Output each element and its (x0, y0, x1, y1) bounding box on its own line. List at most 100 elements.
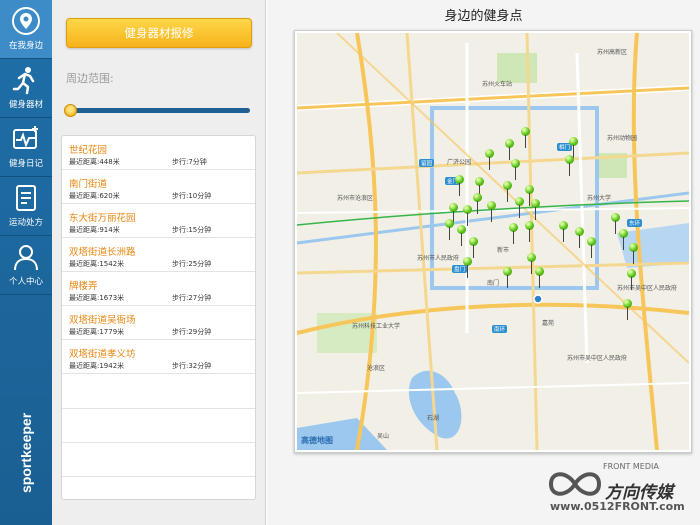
map-label: 广济公园 (447, 159, 472, 166)
map-label: 苏州动物园 (607, 135, 638, 142)
fitness-point-marker[interactable] (619, 229, 628, 251)
fitness-point-marker[interactable] (485, 149, 494, 171)
fitness-point-marker[interactable] (463, 257, 472, 279)
map-label: 苏州市吴中区人民政府 (617, 285, 678, 292)
marker-stem (563, 229, 564, 242)
place-walk-time: 步行:29分钟 (172, 328, 212, 336)
equipment-repair-button[interactable]: 健身器材报修 (66, 18, 252, 48)
map-badge: 南环 (492, 325, 508, 333)
marker-stem (529, 229, 530, 242)
fitness-point-marker[interactable] (457, 225, 466, 247)
fitness-point-marker[interactable] (455, 175, 464, 197)
svg-text:sportkeeper: sportkeeper (18, 412, 34, 493)
fitness-point-marker[interactable] (509, 223, 518, 245)
nav-item-diary[interactable]: 健身日记 (0, 118, 52, 176)
diary-pulse-icon (13, 126, 38, 149)
nav-item-nearby[interactable]: 在我身边 (0, 0, 52, 58)
fitness-point-marker[interactable] (531, 199, 540, 221)
marker-stem (623, 237, 624, 250)
fitness-point-marker[interactable] (627, 269, 636, 291)
map-provider-credit: 高德地图 (301, 436, 333, 445)
fitness-point-marker[interactable] (515, 197, 524, 219)
fitness-point-marker[interactable] (525, 221, 534, 243)
marker-stem (519, 205, 520, 218)
nav-item-equipment[interactable]: 健身器材 (0, 59, 52, 117)
marker-stem (531, 261, 532, 274)
list-item[interactable]: 双塔街道吴衙场 最近距离:1779米 步行:29分钟 (62, 306, 255, 340)
nav-item-prescription[interactable]: 运动处方 (0, 177, 52, 235)
fitness-point-marker[interactable] (535, 267, 544, 289)
place-distance: 最近距离:914米 (69, 226, 120, 234)
fitness-point-marker[interactable] (487, 201, 496, 223)
fitness-point-marker[interactable] (473, 193, 482, 215)
marker-stem (491, 209, 492, 222)
app-window: 在我身边 健身器材 健身日记 运动处方 个人中心 sportkeeper 健身器… (0, 0, 700, 525)
place-walk-time: 步行:27分钟 (172, 294, 212, 302)
marker-stem (467, 213, 468, 226)
nav-rail: 在我身边 健身器材 健身日记 运动处方 个人中心 sportkeeper (0, 0, 52, 525)
places-list: 世纪花园 最近距离:448米 步行:7分钟 南门街道 最近距离:620米 步行:… (61, 135, 256, 500)
fitness-point-marker[interactable] (565, 155, 574, 177)
marker-stem (529, 193, 530, 206)
fitness-point-marker[interactable] (505, 139, 514, 161)
range-slider-thumb[interactable] (64, 104, 77, 117)
fitness-point-marker[interactable] (511, 159, 520, 181)
main-area: 身边的健身点 苏州火车站 苏州高新区 苏州动物园 苏州大学 苏州市吴中区人民政府… (267, 0, 700, 525)
list-item[interactable]: 东大街万丽花园 最近距离:914米 步行:15分钟 (62, 204, 255, 238)
list-item[interactable]: 双塔街道长洲路 最近距离:1542米 步行:25分钟 (62, 238, 255, 272)
empty-row-divider (62, 442, 255, 443)
fitness-point-marker[interactable] (587, 237, 596, 259)
nav-label-profile: 个人中心 (8, 277, 43, 287)
marker-stem (467, 265, 468, 278)
range-slider-track[interactable] (68, 108, 250, 113)
place-name: 世纪花园 (69, 145, 108, 156)
place-name: 牌楼弄 (69, 281, 98, 292)
nav-label-equipment: 健身器材 (8, 100, 43, 110)
fitness-point-marker[interactable] (469, 237, 478, 259)
fitness-point-marker[interactable] (521, 127, 530, 149)
fitness-point-marker[interactable] (445, 219, 454, 241)
list-item[interactable]: 牌楼弄 最近距离:1673米 步行:27分钟 (62, 272, 255, 306)
place-walk-time: 步行:15分钟 (172, 226, 212, 234)
place-distance: 最近距离:1542米 (69, 260, 125, 268)
place-walk-time: 步行:25分钟 (172, 260, 212, 268)
marker-stem (461, 233, 462, 246)
marker-stem (615, 221, 616, 234)
map-label: 苏州火车站 (482, 81, 513, 88)
marker-stem (477, 201, 478, 214)
marker-stem (569, 163, 570, 176)
marker-stem (473, 245, 474, 258)
nav-item-profile[interactable]: 个人中心 (0, 236, 52, 294)
map-badge: 留园 (419, 159, 435, 167)
marker-stem (633, 251, 634, 264)
fitness-point-marker[interactable] (575, 227, 584, 249)
place-walk-time: 步行:32分钟 (172, 362, 212, 370)
fitness-point-marker[interactable] (503, 267, 512, 289)
page-title: 身边的健身点 (444, 9, 523, 24)
list-item[interactable]: 南门街道 最近距离:620米 步行:10分钟 (62, 170, 255, 204)
prescription-icon (16, 185, 36, 211)
current-location-icon (533, 294, 543, 304)
empty-row-divider (62, 408, 255, 409)
place-distance: 最近距离:1779米 (69, 328, 125, 336)
marker-stem (507, 275, 508, 288)
place-distance: 最近距离:448米 (69, 158, 120, 166)
fitness-point-marker[interactable] (463, 205, 472, 227)
fitness-point-marker[interactable] (623, 299, 632, 321)
fitness-point-marker[interactable] (503, 181, 512, 203)
marker-stem (507, 189, 508, 202)
map-label: 新市 (497, 247, 510, 254)
map-label: 苏州市吴中区人民政府 (567, 355, 628, 362)
empty-row-divider (62, 476, 255, 477)
nav-divider (0, 294, 52, 295)
list-item[interactable]: 世纪花园 最近距离:448米 步行:7分钟 (62, 136, 255, 170)
map-label: 苏州大学 (587, 195, 612, 202)
user-icon (14, 245, 38, 271)
nav-label-diary: 健身日记 (8, 159, 43, 169)
marker-stem (591, 245, 592, 258)
list-item[interactable]: 双塔街道孝义坊 最近距离:1942米 步行:32分钟 (62, 340, 255, 374)
fitness-point-marker[interactable] (559, 221, 568, 243)
map-view[interactable]: 苏州火车站 苏州高新区 苏州动物园 苏州大学 苏州市吴中区人民政府 苏州科技工业… (297, 33, 689, 450)
fitness-point-marker[interactable] (629, 243, 638, 265)
marker-stem (513, 231, 514, 244)
